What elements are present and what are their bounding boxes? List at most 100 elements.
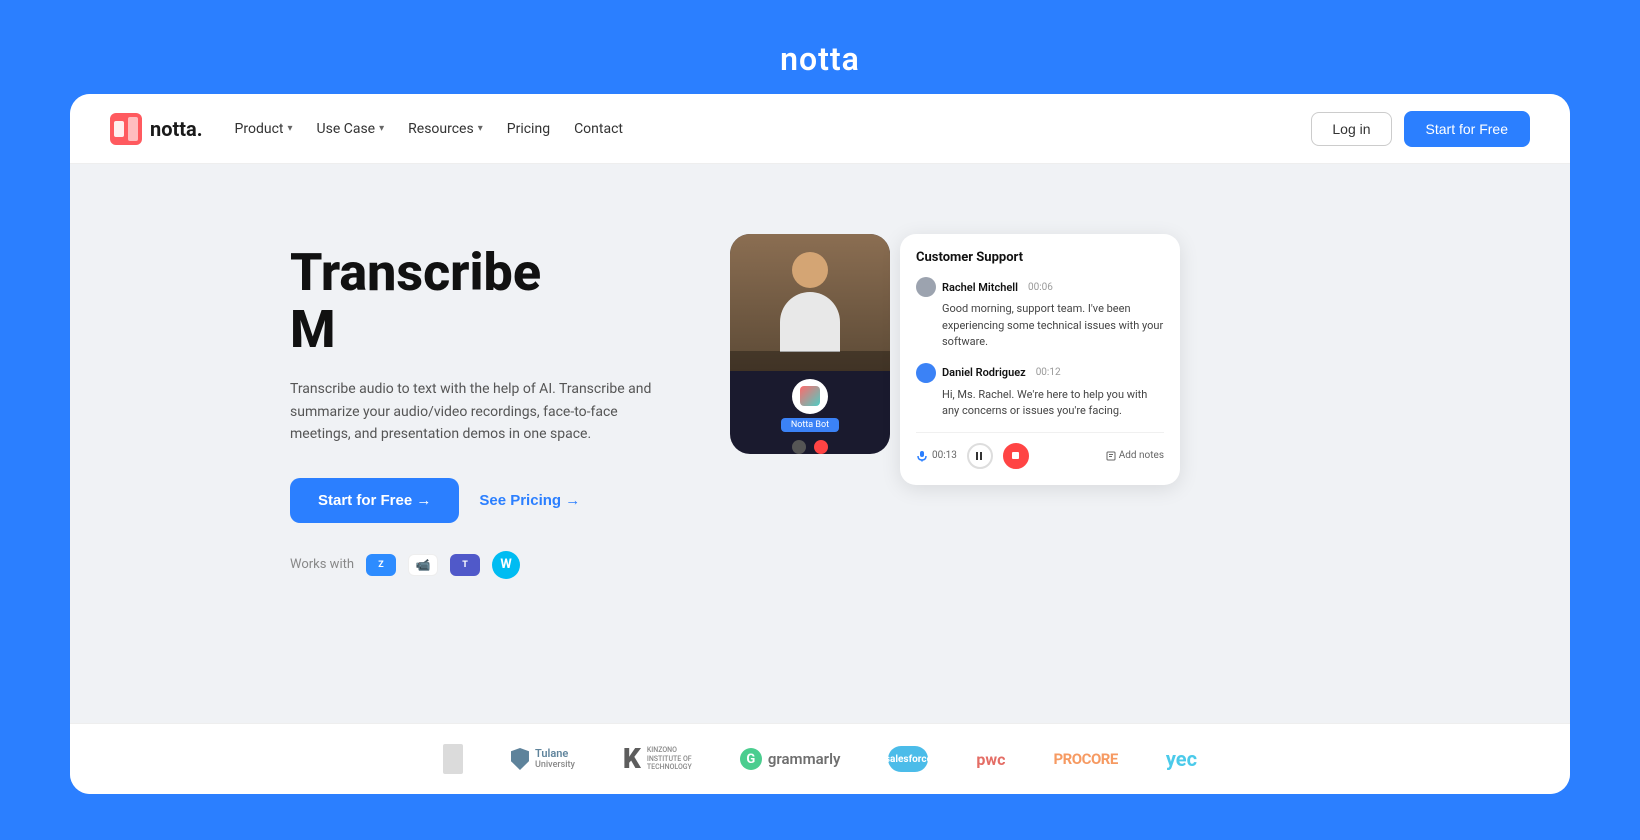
hero-heading-line2: M (290, 299, 336, 360)
logos-bar: Tulane University K KINZONO INSTITUTE OF… (70, 723, 1570, 794)
pause-bar-2 (980, 452, 982, 460)
hero-demo: Notta Bot Customer Support Rachel Mitche… (730, 234, 1410, 514)
chat-time-2: 00:12 (1036, 367, 1061, 378)
pause-icon (976, 452, 984, 460)
hero-description: Transcribe audio to text with the help o… (290, 378, 670, 445)
chat-text-2: Hi, Ms. Rachel. We're here to help you w… (916, 387, 1164, 420)
chevron-down-icon: ▾ (478, 123, 483, 134)
notes-icon (1106, 451, 1116, 461)
nav-label-resources: Resources (408, 121, 474, 137)
nav-label-usecase: Use Case (317, 121, 376, 137)
video-person-area (730, 234, 890, 371)
pause-bar-1 (976, 452, 978, 460)
logo-partial (443, 744, 463, 774)
logo-icon (110, 113, 142, 145)
tulane-name-1: Tulane (535, 747, 575, 760)
video-bg-decoration (730, 351, 890, 371)
nav-label-pricing: Pricing (507, 121, 550, 137)
chat-name-rachel: Rachel Mitchell (942, 281, 1018, 294)
yec-label: yec (1166, 747, 1197, 771)
hero-heading-line1: Transcribe (290, 242, 541, 303)
webex-icon: W (492, 551, 520, 579)
navbar: notta. Product ▾ Use Case ▾ Resources ▾ (70, 94, 1570, 164)
logo-grammarly: G grammarly (740, 748, 841, 770)
logo-text: notta. (150, 117, 203, 141)
timer-display: 00:13 (932, 450, 957, 461)
video-demo-card: Notta Bot (730, 234, 890, 454)
recording-timer: 00:13 (916, 450, 957, 462)
grammarly-label: grammarly (768, 750, 841, 768)
grammarly-g-icon: G (740, 748, 762, 770)
logo-kinzono: K KINZONO INSTITUTE OF TECHNOLOGY (623, 745, 692, 773)
hero-section: Transcribe M Transcribe audio to text wi… (70, 164, 1570, 723)
salesforce-label: salesforce (885, 754, 932, 765)
nav-item-pricing[interactable]: Pricing (507, 121, 550, 137)
avatar-rachel (916, 277, 936, 297)
kinzono-k-icon: K (623, 745, 641, 773)
procore-label: PROCORE (1054, 750, 1118, 768)
person-avatar (780, 252, 840, 352)
chat-transcript-card: Customer Support Rachel Mitchell 00:06 G… (900, 234, 1180, 485)
hero-start-button[interactable]: Start for Free → (290, 478, 459, 523)
pause-button[interactable] (967, 443, 993, 469)
partial-logo-shape (443, 744, 463, 774)
chat-sender-2: Daniel Rodriguez 00:12 (916, 363, 1164, 383)
person-head (792, 252, 828, 288)
chat-message-2: Daniel Rodriguez 00:12 Hi, Ms. Rachel. W… (916, 363, 1164, 420)
nav-item-usecase[interactable]: Use Case ▾ (317, 121, 385, 137)
nav-label-product: Product (235, 121, 284, 137)
zoom-icon: Z (366, 554, 396, 576)
login-button[interactable]: Log in (1311, 112, 1391, 146)
logo[interactable]: notta. (110, 113, 203, 145)
tulane-text-block: Tulane University (535, 747, 575, 771)
nav-links: Product ▾ Use Case ▾ Resources ▾ Pricing (235, 121, 623, 137)
chat-message-1: Rachel Mitchell 00:06 Good morning, supp… (916, 277, 1164, 351)
add-notes-button[interactable]: Add notes (1106, 450, 1164, 461)
stop-button[interactable] (1003, 443, 1029, 469)
notta-bot-icon (792, 379, 828, 414)
logo-tulane: Tulane University (511, 747, 575, 771)
page-top-title: notta (70, 40, 1570, 78)
see-pricing-button[interactable]: See Pricing → (479, 492, 580, 509)
hero-heading: Transcribe M (290, 244, 670, 358)
chat-time-1: 00:06 (1028, 282, 1053, 293)
nav-item-contact[interactable]: Contact (574, 121, 623, 137)
chat-title: Customer Support (916, 250, 1164, 265)
logo-salesforce: salesforce (888, 746, 928, 772)
nav-item-resources[interactable]: Resources ▾ (408, 121, 483, 137)
works-with-section: Works with Z 📹 T W (290, 551, 670, 579)
notta-bot-label: Notta Bot (781, 418, 839, 432)
nav-item-product[interactable]: Product ▾ (235, 121, 293, 137)
logo-procore: PROCORE (1054, 750, 1118, 768)
tulane-shield-icon (511, 748, 529, 770)
video-control-menu[interactable] (792, 440, 806, 454)
chat-controls: 00:13 (916, 432, 1164, 469)
person-body (780, 292, 840, 352)
salesforce-cloud-icon: salesforce (888, 746, 928, 772)
microsoft-teams-icon: T (450, 554, 480, 576)
google-meet-icon: 📹 (408, 554, 438, 576)
navbar-right: Log in Start for Free (1311, 111, 1530, 147)
works-with-label: Works with (290, 557, 354, 572)
chevron-down-icon: ▾ (288, 123, 293, 134)
video-control-end[interactable] (814, 440, 828, 454)
start-for-free-button[interactable]: Start for Free (1404, 111, 1530, 147)
main-card: notta. Product ▾ Use Case ▾ Resources ▾ (70, 94, 1570, 794)
add-notes-label: Add notes (1119, 450, 1164, 461)
logo-yec: yec (1166, 747, 1197, 771)
chevron-down-icon: ▾ (379, 123, 384, 134)
hero-buttons: Start for Free → See Pricing → (290, 478, 670, 523)
logo-pwc: pwc (976, 750, 1005, 769)
video-controls (792, 440, 828, 454)
tulane-name-2: University (535, 760, 575, 771)
notta-icon-inner (800, 386, 820, 406)
stop-icon (1012, 452, 1019, 459)
hero-content: Transcribe M Transcribe audio to text wi… (290, 224, 670, 579)
kinzono-text: KINZONO INSTITUTE OF TECHNOLOGY (647, 746, 692, 771)
nav-label-contact: Contact (574, 121, 623, 137)
avatar-daniel (916, 363, 936, 383)
navbar-left: notta. Product ▾ Use Case ▾ Resources ▾ (110, 113, 623, 145)
pwc-label: pwc (976, 750, 1005, 769)
chat-name-daniel: Daniel Rodriguez (942, 366, 1026, 379)
chat-sender-1: Rachel Mitchell 00:06 (916, 277, 1164, 297)
